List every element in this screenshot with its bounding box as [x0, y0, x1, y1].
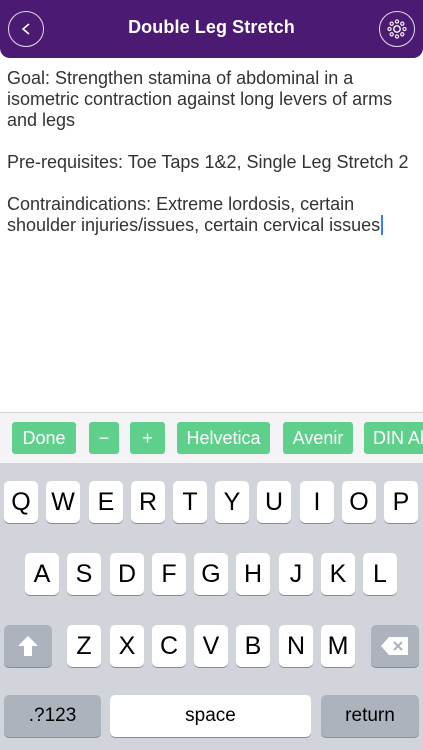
key-w[interactable]: W — [46, 481, 80, 523]
font-helvetica-button[interactable]: Helvetica — [177, 422, 270, 454]
return-key[interactable]: return — [321, 695, 419, 737]
exercise-text-editor[interactable]: Goal: Strengthen stamina of abdominal in… — [7, 68, 417, 257]
decrease-font-button[interactable]: − — [89, 422, 119, 454]
key-u[interactable]: U — [257, 481, 291, 523]
key-k[interactable]: K — [321, 553, 355, 595]
key-c[interactable]: C — [152, 625, 186, 667]
gear-icon — [387, 19, 407, 39]
numbers-key[interactable]: .?123 — [4, 695, 101, 737]
key-f[interactable]: F — [152, 553, 186, 595]
key-o[interactable]: O — [342, 481, 376, 523]
keyboard-accessory-toolbar: Done − + Helvetica Avenir DIN Al — [0, 412, 423, 463]
key-a[interactable]: A — [25, 553, 59, 595]
key-m[interactable]: M — [321, 625, 355, 667]
prerequisites-text: Pre-requisites: Toe Taps 1&2, Single Leg… — [7, 152, 409, 172]
text-caret — [381, 215, 384, 235]
key-e[interactable]: E — [89, 481, 123, 523]
key-p[interactable]: P — [384, 481, 418, 523]
key-x[interactable]: X — [110, 625, 144, 667]
key-b[interactable]: B — [236, 625, 270, 667]
key-l[interactable]: L — [363, 553, 397, 595]
key-d[interactable]: D — [110, 553, 144, 595]
key-g[interactable]: G — [194, 553, 228, 595]
key-n[interactable]: N — [279, 625, 313, 667]
done-button[interactable]: Done — [12, 422, 76, 454]
settings-button[interactable] — [379, 11, 415, 47]
font-avenir-button[interactable]: Avenir — [283, 422, 353, 454]
goal-text: Goal: Strengthen stamina of abdominal in… — [7, 68, 393, 130]
space-key[interactable]: space — [110, 695, 311, 737]
contraindications-paragraph: Contraindications: Extreme lordosis, cer… — [7, 194, 417, 236]
on-screen-keyboard: Q W E R T Y U I O P A S D F G H J K L Z … — [0, 463, 423, 750]
delete-key[interactable] — [371, 625, 419, 667]
nav-header: Double Leg Stretch — [0, 0, 423, 58]
increase-font-button[interactable]: + — [130, 422, 165, 454]
backspace-icon — [381, 637, 408, 655]
key-s[interactable]: S — [67, 553, 101, 595]
font-din-button[interactable]: DIN Al — [364, 422, 423, 454]
key-y[interactable]: Y — [215, 481, 249, 523]
shift-key[interactable] — [4, 625, 52, 667]
page-title: Double Leg Stretch — [128, 17, 295, 37]
key-i[interactable]: I — [300, 481, 334, 523]
key-j[interactable]: J — [279, 553, 313, 595]
back-arrow-icon — [21, 23, 30, 35]
key-z[interactable]: Z — [67, 625, 101, 667]
back-button[interactable] — [8, 11, 44, 47]
shift-arrow-icon — [18, 636, 38, 656]
key-r[interactable]: R — [131, 481, 165, 523]
key-t[interactable]: T — [173, 481, 207, 523]
contraindications-text: Contraindications: Extreme lordosis, cer… — [7, 194, 381, 235]
key-v[interactable]: V — [194, 625, 228, 667]
key-q[interactable]: Q — [4, 481, 38, 523]
key-h[interactable]: H — [236, 553, 270, 595]
